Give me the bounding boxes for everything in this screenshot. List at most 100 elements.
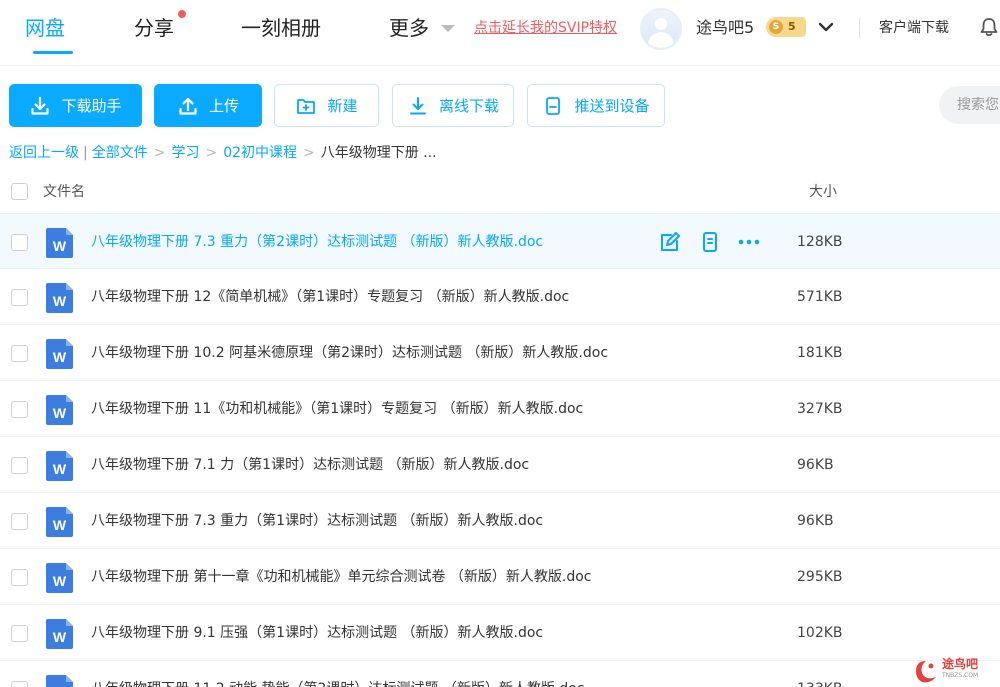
svg-text:W: W: [53, 405, 67, 421]
file-size: 133KB: [797, 679, 843, 687]
nav-tab-album[interactable]: 一刻相册: [241, 14, 321, 42]
upload-icon: [179, 97, 197, 115]
word-doc-icon: W: [46, 675, 73, 687]
row-checkbox[interactable]: [11, 569, 28, 586]
select-all-checkbox[interactable]: [11, 183, 28, 200]
breadcrumb-divider: |: [83, 145, 88, 161]
table-row[interactable]: W 八年级物理下册 第十一章《功和机械能》单元综合测试卷 （新版）新人教版.do…: [0, 549, 1000, 605]
username[interactable]: 途鸟吧5: [696, 16, 754, 40]
breadcrumb-back[interactable]: 返回上一级: [9, 143, 79, 163]
table-row[interactable]: W 八年级物理下册 9.1 压强（第1课时）达标测试题 （新版）新人教版.doc…: [0, 605, 1000, 661]
avatar[interactable]: [640, 8, 682, 50]
svip-extend-link[interactable]: 点击延长我的SVIP特权: [474, 18, 617, 38]
chevron-down-icon[interactable]: [817, 18, 835, 36]
top-nav: 网盘 分享 一刻相册 更多 点击延长我的SVIP特权 途鸟吧5 S 5 客户端下…: [0, 0, 1000, 66]
file-size: 128KB: [797, 234, 843, 250]
table-row[interactable]: W 八年级物理下册 11.2 动能 势能（第2课时）达标测试题 （新版）新人教版…: [0, 661, 1000, 687]
table-row[interactable]: W 八年级物理下册 7.3 重力（第1课时）达标测试题 （新版）新人教版.doc…: [0, 493, 1000, 549]
file-size: 96KB: [797, 513, 834, 529]
svg-text:W: W: [53, 573, 67, 589]
file-name[interactable]: 八年级物理下册 10.2 阿基米德原理（第2课时）达标测试题 （新版）新人教版.…: [91, 343, 608, 363]
word-doc-icon: W: [46, 619, 73, 649]
offline-download-label: 离线下载: [438, 97, 499, 115]
upload-label: 上传: [208, 97, 239, 115]
offline-download-icon: [409, 96, 426, 114]
file-name[interactable]: 八年级物理下册 7.3 重力（第1课时）达标测试题 （新版）新人教版.doc: [91, 511, 543, 531]
new-folder-icon: [297, 98, 316, 114]
table-row[interactable]: W 八年级物理下册 10.2 阿基米德原理（第2课时）达标测试题 （新版）新人教…: [0, 325, 1000, 381]
file-name[interactable]: 八年级物理下册 7.3 重力（第2课时）达标测试题 （新版）新人教版.doc: [91, 232, 543, 252]
file-size: 96KB: [797, 457, 834, 473]
avatar-head: [655, 18, 667, 30]
svg-text:W: W: [53, 293, 67, 309]
svg-text:W: W: [53, 517, 67, 533]
file-name[interactable]: 八年级物理下册 11《功和机械能》（第1课时）专题复习 （新版）新人教版.doc: [91, 399, 583, 419]
nav-tab-share[interactable]: 分享: [134, 14, 174, 42]
nav-tab-netdisk[interactable]: 网盘: [25, 14, 65, 42]
svip-level: 5: [788, 20, 796, 33]
file-size: 571KB: [797, 289, 843, 305]
column-name-header[interactable]: 文件名: [43, 181, 85, 201]
row-checkbox[interactable]: [11, 681, 28, 687]
download-helper-button[interactable]: 下载助手: [9, 84, 142, 127]
push-device-button[interactable]: 推送到设备: [527, 84, 665, 127]
file-name[interactable]: 八年级物理下册 9.1 压强（第1课时）达标测试题 （新版）新人教版.doc: [91, 623, 543, 643]
site-watermark: 途鸟吧 TNBZS.COM: [912, 655, 1000, 687]
table-row[interactable]: W 八年级物理下册 7.1 力（第1课时）达标测试题 （新版）新人教版.doc …: [0, 437, 1000, 493]
file-name[interactable]: 八年级物理下册 7.1 力（第1课时）达标测试题 （新版）新人教版.doc: [91, 455, 529, 475]
file-size: 102KB: [797, 625, 843, 641]
svg-text:W: W: [53, 461, 67, 477]
nav-divider: [859, 18, 860, 38]
file-name[interactable]: 八年级物理下册 第十一章《功和机械能》单元综合测试卷 （新版）新人教版.doc: [91, 567, 592, 587]
row-checkbox[interactable]: [11, 513, 28, 530]
more-dots-icon[interactable]: [737, 230, 761, 254]
breadcrumb-junior-course[interactable]: 02初中课程: [223, 143, 297, 163]
breadcrumb-study[interactable]: 学习: [171, 143, 199, 163]
download-icon: [31, 96, 50, 115]
share-notification-dot: [178, 10, 186, 18]
breadcrumb-current: 八年级物理下册 ...: [320, 145, 437, 161]
watermark-text: 途鸟吧: [942, 657, 979, 671]
word-doc-icon: W: [46, 507, 73, 537]
file-list: W 八年级物理下册 7.3 重力（第2课时）达标测试题 （新版）新人教版.doc…: [0, 213, 1000, 687]
file-name[interactable]: 八年级物理下册 12《简单机械》（第1课时）专题复习 （新版）新人教版.doc: [91, 287, 569, 307]
offline-download-button[interactable]: 离线下载: [392, 84, 514, 127]
download-helper-label: 下载助手: [61, 97, 122, 115]
row-checkbox[interactable]: [11, 401, 28, 418]
table-row[interactable]: W 八年级物理下册 7.3 重力（第2课时）达标测试题 （新版）新人教版.doc…: [0, 213, 1000, 269]
nav-tab-more[interactable]: 更多: [389, 14, 429, 42]
row-checkbox[interactable]: [11, 457, 28, 474]
push-device-label: 推送到设备: [574, 97, 650, 115]
breadcrumb-all-files[interactable]: 全部文件: [92, 143, 148, 163]
file-name[interactable]: 八年级物理下册 11.2 动能 势能（第2课时）达标测试题 （新版）新人教版.d…: [91, 679, 584, 687]
word-doc-icon: W: [46, 283, 73, 313]
search-input[interactable]: 搜索您: [939, 86, 1000, 124]
bird-logo-icon: [916, 661, 936, 683]
phone-icon[interactable]: [698, 230, 722, 254]
word-doc-icon: W: [46, 563, 73, 593]
row-checkbox[interactable]: [11, 289, 28, 306]
new-label: 新建: [327, 97, 358, 115]
svg-text:W: W: [53, 238, 67, 254]
bell-icon[interactable]: [978, 16, 1000, 38]
svip-coin-icon: S: [769, 20, 783, 34]
svg-text:W: W: [53, 349, 67, 365]
file-list-header: 文件名 大小: [0, 176, 1000, 206]
column-size-header[interactable]: 大小: [809, 181, 837, 201]
word-doc-icon: W: [46, 451, 73, 481]
client-download-link[interactable]: 客户端下载: [879, 18, 949, 38]
row-checkbox[interactable]: [11, 345, 28, 362]
row-checkbox[interactable]: [11, 234, 28, 251]
word-doc-icon: W: [46, 228, 73, 258]
svip-level-badge: S 5: [766, 17, 806, 37]
new-button[interactable]: 新建: [274, 84, 379, 127]
file-size: 181KB: [797, 345, 843, 361]
word-doc-icon: W: [46, 395, 73, 425]
table-row[interactable]: W 八年级物理下册 12《简单机械》（第1课时）专题复习 （新版）新人教版.do…: [0, 269, 1000, 325]
more-dropdown-icon[interactable]: [441, 25, 455, 32]
watermark-domain: TNBZS.COM: [942, 672, 979, 679]
edit-share-icon[interactable]: [658, 230, 682, 254]
upload-button[interactable]: 上传: [154, 84, 262, 127]
table-row[interactable]: W 八年级物理下册 11《功和机械能》（第1课时）专题复习 （新版）新人教版.d…: [0, 381, 1000, 437]
row-checkbox[interactable]: [11, 625, 28, 642]
